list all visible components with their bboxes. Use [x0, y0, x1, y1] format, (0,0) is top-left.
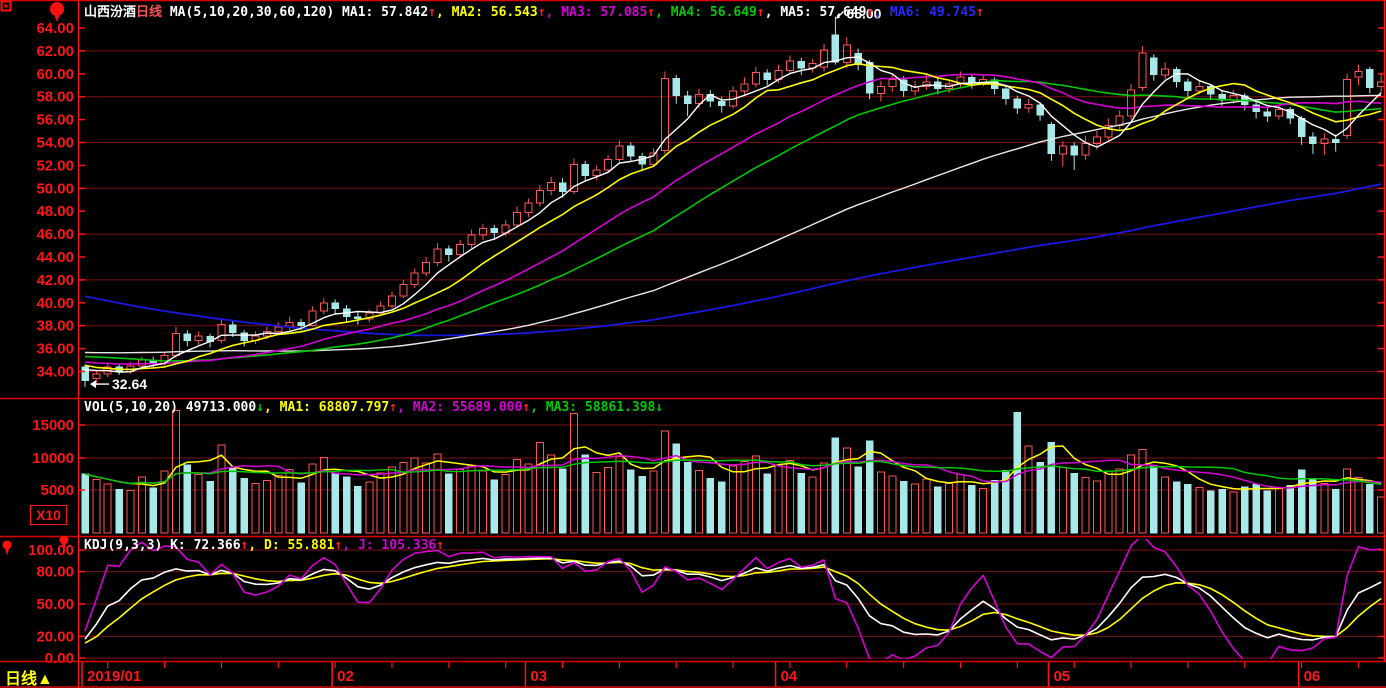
high-annotation: 65.00 [846, 6, 881, 22]
svg-text:56.00: 56.00 [36, 112, 74, 129]
ma60-line [85, 95, 1381, 352]
svg-text:80.00: 80.00 [36, 564, 74, 581]
axis-labels-layer: 64.00 62.00 60.00 58.00 56.00 54.00 52.00 50.00… [28, 20, 1384, 667]
low-annotation: 32.64 [112, 376, 147, 392]
corner-mark-icon[interactable] [2, 2, 11, 11]
svg-text:36.00: 36.00 [36, 341, 74, 358]
month-label: 2019/01 [87, 668, 141, 685]
svg-text:40.00: 40.00 [36, 295, 74, 312]
svg-text:54.00: 54.00 [36, 135, 74, 152]
pin-icon-kdj-left[interactable] [3, 541, 12, 556]
svg-text:58.00: 58.00 [36, 89, 74, 106]
svg-text:60.00: 60.00 [36, 66, 74, 83]
svg-text:100.00: 100.00 [28, 542, 74, 559]
kdj-lines-layer [85, 535, 1381, 664]
volume-multiplier-badge: X10 [30, 505, 67, 525]
svg-text:5000: 5000 [41, 482, 74, 499]
month-label: 06 [1304, 668, 1321, 685]
ma5-line [85, 57, 1381, 372]
stock-app-window: 64.00 62.00 60.00 58.00 56.00 54.00 52.00 50.00… [0, 0, 1386, 688]
kdj-k-line [85, 558, 1381, 640]
time-axis-layer: 2019/01 02 03 04 05 06 [82, 662, 1358, 687]
period-up-arrow-icon[interactable]: ▲ [37, 671, 53, 688]
chart-canvas[interactable]: 64.00 62.00 60.00 58.00 56.00 54.00 52.00 50.00… [0, 0, 1386, 688]
svg-text:15000: 15000 [32, 417, 74, 434]
svg-text:64.00: 64.00 [36, 20, 74, 37]
svg-text:52.00: 52.00 [36, 157, 74, 174]
period-selector[interactable]: 日线▲ [5, 665, 53, 688]
svg-text:50.00: 50.00 [36, 180, 74, 197]
period-selector-label[interactable]: 日线 [5, 671, 37, 688]
month-label: 02 [337, 668, 354, 685]
svg-text:20.00: 20.00 [36, 628, 74, 645]
svg-text:44.00: 44.00 [36, 249, 74, 266]
svg-text:42.00: 42.00 [36, 272, 74, 289]
svg-text:46.00: 46.00 [36, 226, 74, 243]
svg-text:10000: 10000 [32, 450, 74, 467]
candles-layer [82, 17, 1385, 388]
pin-icon-top[interactable] [50, 2, 64, 22]
svg-text:48.00: 48.00 [36, 203, 74, 220]
svg-text:34.00: 34.00 [36, 364, 74, 381]
ma30-line [85, 80, 1381, 361]
month-label: 05 [1053, 668, 1070, 685]
kdj-j-line [85, 535, 1381, 664]
svg-text:38.00: 38.00 [36, 318, 74, 335]
month-label: 03 [530, 668, 547, 685]
svg-text:50.00: 50.00 [36, 596, 74, 613]
month-label: 04 [781, 668, 798, 685]
svg-text:62.00: 62.00 [36, 43, 74, 60]
